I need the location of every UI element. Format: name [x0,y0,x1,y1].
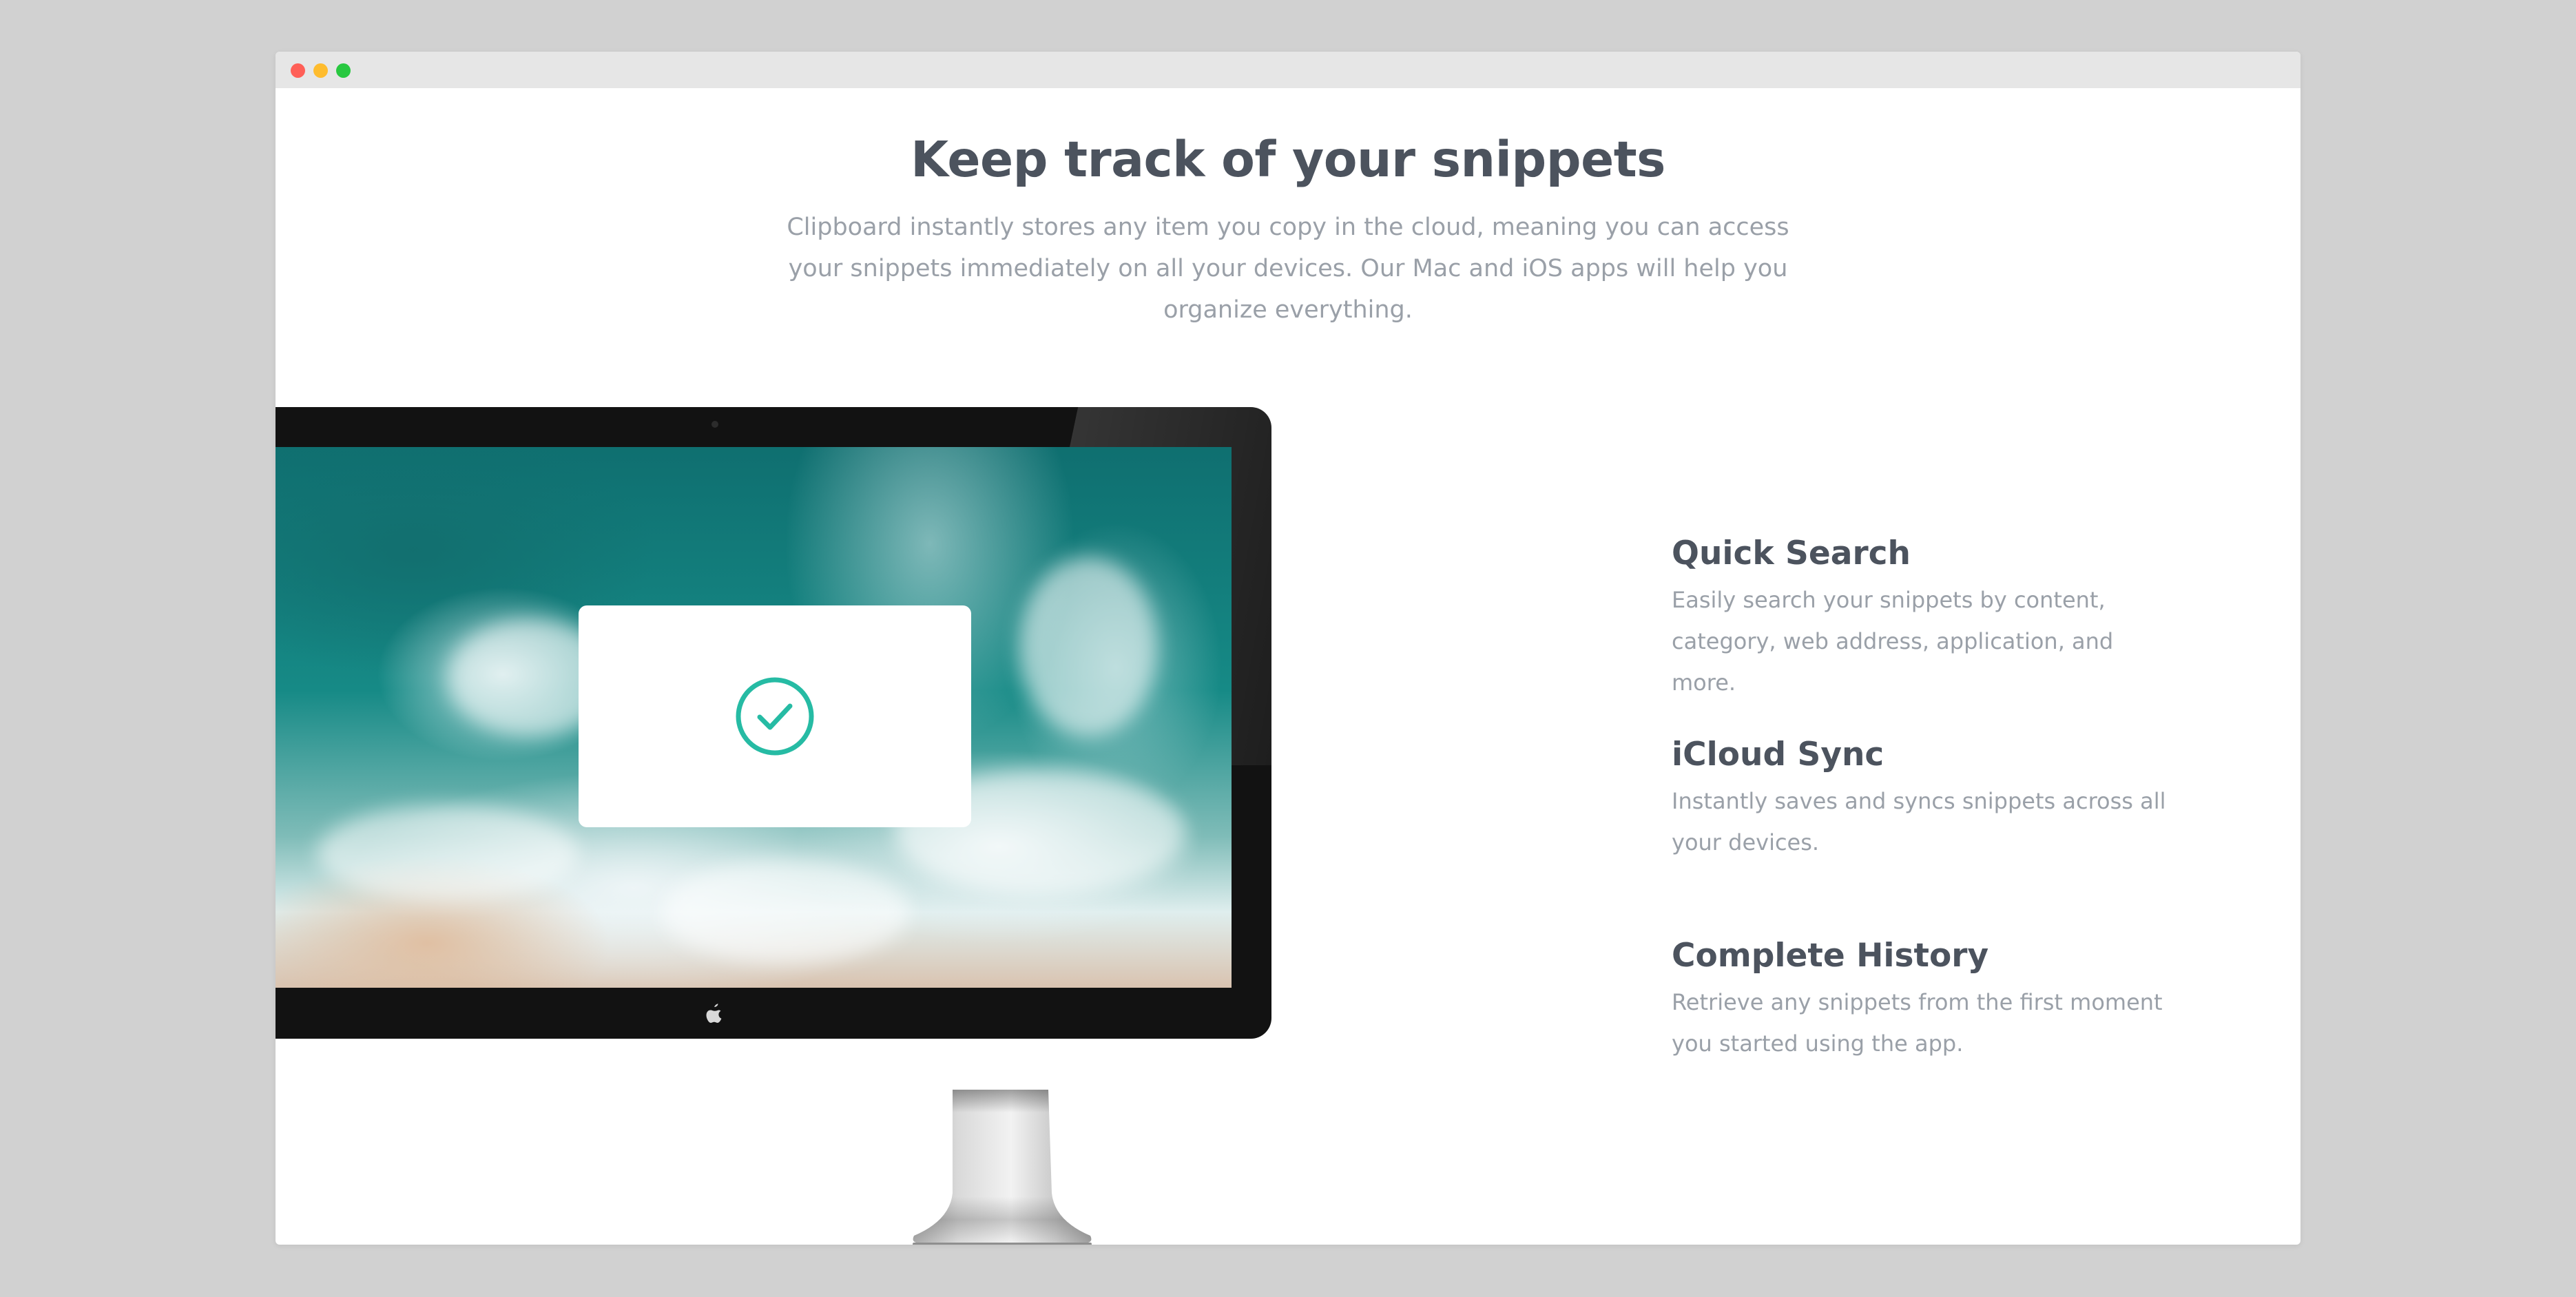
minimize-window-button[interactable] [313,63,328,78]
feature-complete-history: Complete History Retrieve any snippets f… [1672,937,2168,1064]
monitor-illustration [276,407,1271,1039]
feature-description: Retrieve any snippets from the first mom… [1672,989,2163,1057]
maximize-window-button[interactable] [336,63,351,78]
monitor-screen [276,447,1232,988]
feature-icloud-sync: iCloud Sync Instantly saves and syncs sn… [1672,736,2168,863]
window-titlebar [276,52,2300,88]
feature-title: iCloud Sync [1672,736,1884,774]
feature-title: Complete History [1672,937,1989,975]
confirmation-card [579,605,971,827]
feature-description: Easily search your snippets by content, … [1672,587,2114,696]
camera-icon [711,421,718,428]
apple-logo-icon [706,1004,722,1023]
close-window-button[interactable] [291,63,305,78]
wave-foam [1019,557,1157,736]
monitor-stand [913,1090,1092,1245]
feature-title: Quick Search [1672,535,1911,572]
section-intro: Clipboard instantly stores any item you … [787,214,1789,324]
wave-foam [317,805,579,902]
section-heading: Keep track of your snippets [911,131,1665,188]
check-circle-icon [736,677,814,756]
feature-quick-search: Quick Search Easily search your snippets… [1672,535,2168,703]
browser-window: Keep track of your snippets Clipboard in… [276,52,2300,1245]
wave-foam [661,860,909,964]
feature-description: Instantly saves and syncs snippets acros… [1672,788,2166,855]
